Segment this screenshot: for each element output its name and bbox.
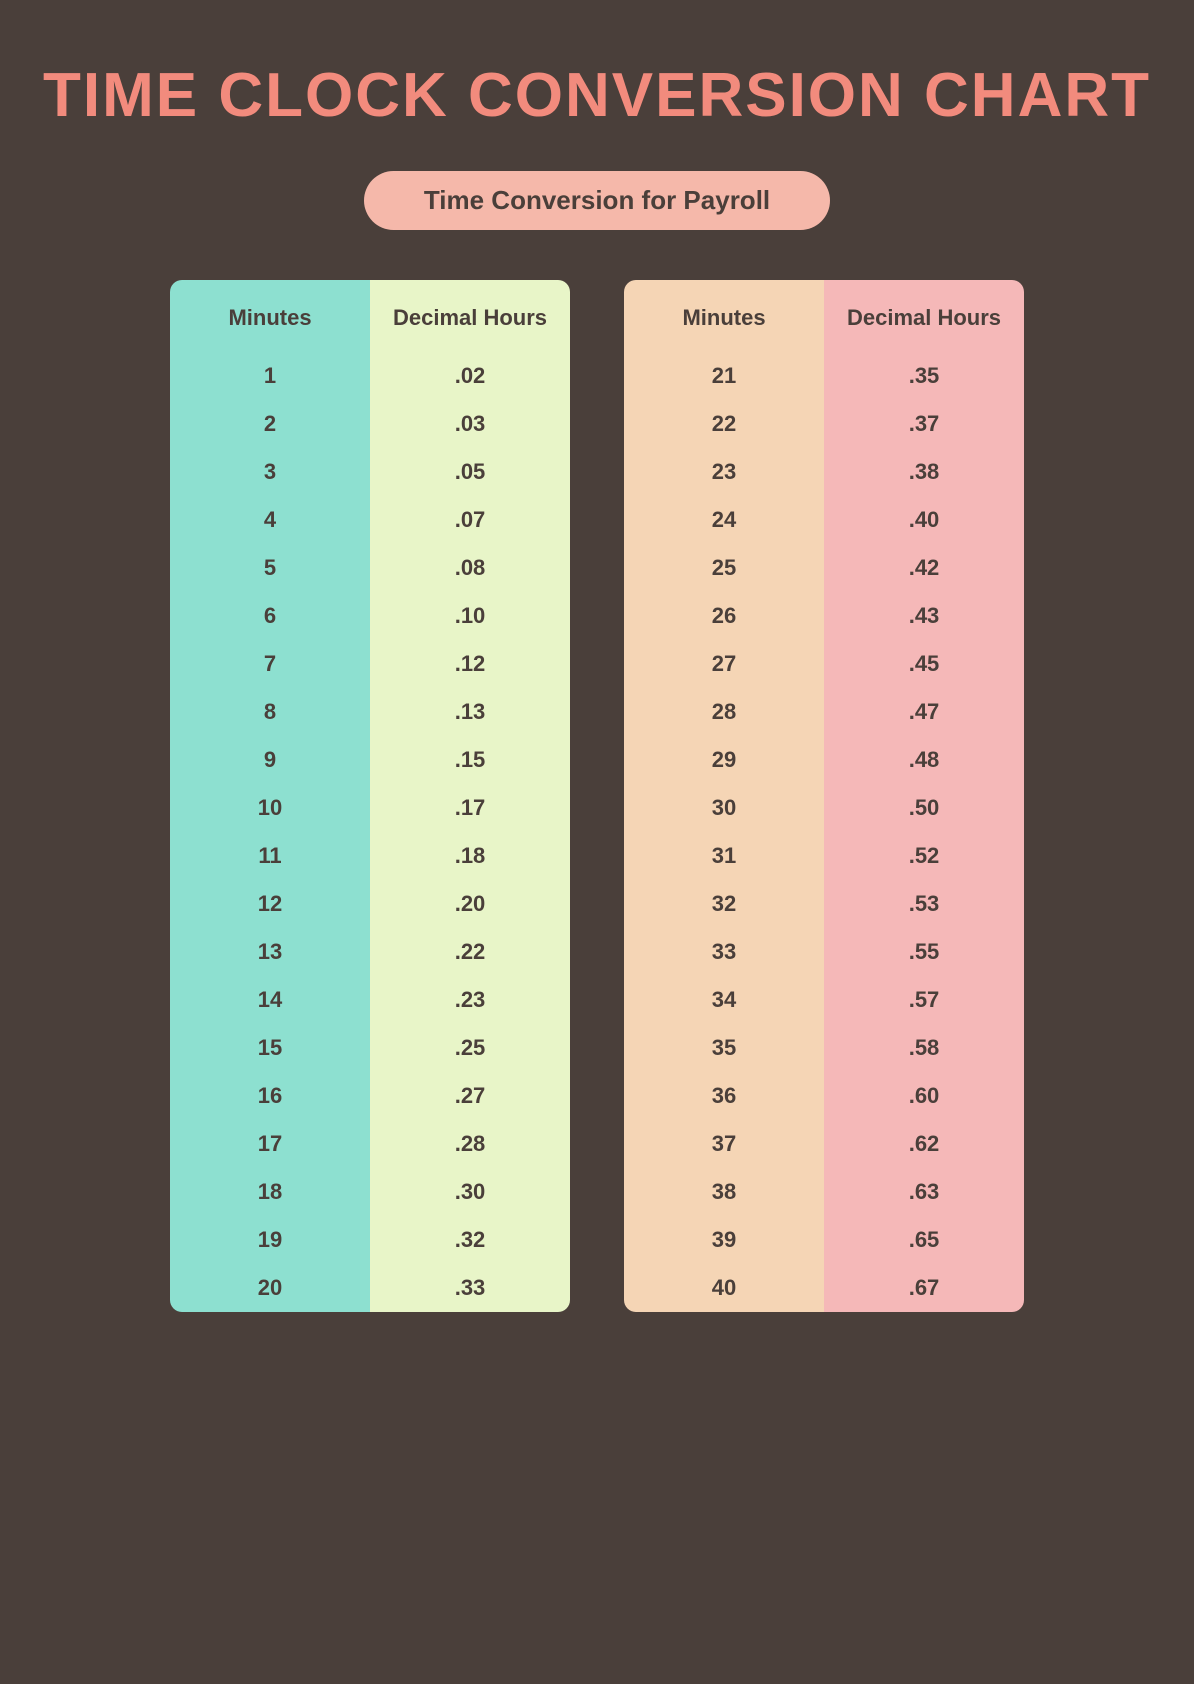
cell-min-23: 23 (624, 448, 824, 496)
cell-min-9: 9 (170, 736, 370, 784)
col2-header: Decimal Hours (370, 280, 570, 352)
cell-min-12: 12 (170, 880, 370, 928)
cell-min-37: 37 (624, 1120, 824, 1168)
cell-min-38: 38 (624, 1168, 824, 1216)
cell-min-2: 2 (170, 400, 370, 448)
cell-dec-9: .15 (370, 736, 570, 784)
col-minutes-1: Minutes 1 2 3 4 5 6 7 8 9 10 11 12 13 14… (170, 280, 370, 1312)
cell-dec-20: .33 (370, 1264, 570, 1312)
cell-dec-24: .40 (824, 496, 1024, 544)
cell-min-31: 31 (624, 832, 824, 880)
cell-dec-17: .28 (370, 1120, 570, 1168)
right-column-group: Minutes 21 22 23 24 25 26 27 28 29 30 31… (624, 280, 1024, 1312)
cell-dec-23: .38 (824, 448, 1024, 496)
cell-dec-32: .53 (824, 880, 1024, 928)
cell-dec-26: .43 (824, 592, 1024, 640)
cell-min-15: 15 (170, 1024, 370, 1072)
cell-dec-1: .02 (370, 352, 570, 400)
cell-min-11: 11 (170, 832, 370, 880)
cell-min-14: 14 (170, 976, 370, 1024)
cell-dec-28: .47 (824, 688, 1024, 736)
cell-min-39: 39 (624, 1216, 824, 1264)
cell-min-13: 13 (170, 928, 370, 976)
cell-dec-6: .10 (370, 592, 570, 640)
cell-min-5: 5 (170, 544, 370, 592)
cell-min-25: 25 (624, 544, 824, 592)
col1-header: Minutes (170, 280, 370, 352)
cell-min-18: 18 (170, 1168, 370, 1216)
col3-header: Minutes (624, 280, 824, 352)
cell-min-7: 7 (170, 640, 370, 688)
cell-dec-21: .35 (824, 352, 1024, 400)
cell-dec-12: .20 (370, 880, 570, 928)
cell-dec-36: .60 (824, 1072, 1024, 1120)
cell-min-1: 1 (170, 352, 370, 400)
cell-min-28: 28 (624, 688, 824, 736)
cell-dec-19: .32 (370, 1216, 570, 1264)
cell-dec-8: .13 (370, 688, 570, 736)
cell-min-3: 3 (170, 448, 370, 496)
cell-dec-40: .67 (824, 1264, 1024, 1312)
cell-min-33: 33 (624, 928, 824, 976)
cell-min-17: 17 (170, 1120, 370, 1168)
col-decimal-1: Decimal Hours .02 .03 .05 .07 .08 .10 .1… (370, 280, 570, 1312)
cell-min-4: 4 (170, 496, 370, 544)
cell-dec-34: .57 (824, 976, 1024, 1024)
cell-dec-33: .55 (824, 928, 1024, 976)
main-title: TIME CLOCK CONVERSION CHART (43, 60, 1151, 131)
cell-dec-11: .18 (370, 832, 570, 880)
cell-min-6: 6 (170, 592, 370, 640)
cell-min-30: 30 (624, 784, 824, 832)
cell-min-22: 22 (624, 400, 824, 448)
cell-min-16: 16 (170, 1072, 370, 1120)
cell-dec-37: .62 (824, 1120, 1024, 1168)
cell-min-29: 29 (624, 736, 824, 784)
cell-dec-15: .25 (370, 1024, 570, 1072)
cell-min-35: 35 (624, 1024, 824, 1072)
cell-dec-2: .03 (370, 400, 570, 448)
cell-min-26: 26 (624, 592, 824, 640)
cell-min-40: 40 (624, 1264, 824, 1312)
cell-min-8: 8 (170, 688, 370, 736)
cell-min-34: 34 (624, 976, 824, 1024)
cell-min-27: 27 (624, 640, 824, 688)
cell-min-10: 10 (170, 784, 370, 832)
subtitle-badge: Time Conversion for Payroll (364, 171, 830, 230)
cell-dec-38: .63 (824, 1168, 1024, 1216)
col4-header: Decimal Hours (824, 280, 1024, 352)
col-minutes-2: Minutes 21 22 23 24 25 26 27 28 29 30 31… (624, 280, 824, 1312)
cell-min-24: 24 (624, 496, 824, 544)
cell-dec-25: .42 (824, 544, 1024, 592)
cell-dec-31: .52 (824, 832, 1024, 880)
cell-dec-13: .22 (370, 928, 570, 976)
col-decimal-2: Decimal Hours .35 .37 .38 .40 .42 .43 .4… (824, 280, 1024, 1312)
cell-dec-4: .07 (370, 496, 570, 544)
cell-dec-22: .37 (824, 400, 1024, 448)
cell-dec-14: .23 (370, 976, 570, 1024)
cell-min-36: 36 (624, 1072, 824, 1120)
table-container: Minutes 1 2 3 4 5 6 7 8 9 10 11 12 13 14… (110, 280, 1084, 1312)
cell-dec-39: .65 (824, 1216, 1024, 1264)
cell-dec-18: .30 (370, 1168, 570, 1216)
group-spacer (582, 280, 612, 1312)
cell-dec-7: .12 (370, 640, 570, 688)
cell-min-21: 21 (624, 352, 824, 400)
cell-dec-35: .58 (824, 1024, 1024, 1072)
cell-dec-3: .05 (370, 448, 570, 496)
left-column-group: Minutes 1 2 3 4 5 6 7 8 9 10 11 12 13 14… (170, 280, 570, 1312)
cell-dec-30: .50 (824, 784, 1024, 832)
subtitle-text: Time Conversion for Payroll (424, 185, 770, 215)
cell-dec-5: .08 (370, 544, 570, 592)
cell-min-19: 19 (170, 1216, 370, 1264)
cell-min-20: 20 (170, 1264, 370, 1312)
cell-min-32: 32 (624, 880, 824, 928)
cell-dec-29: .48 (824, 736, 1024, 784)
cell-dec-27: .45 (824, 640, 1024, 688)
cell-dec-10: .17 (370, 784, 570, 832)
cell-dec-16: .27 (370, 1072, 570, 1120)
